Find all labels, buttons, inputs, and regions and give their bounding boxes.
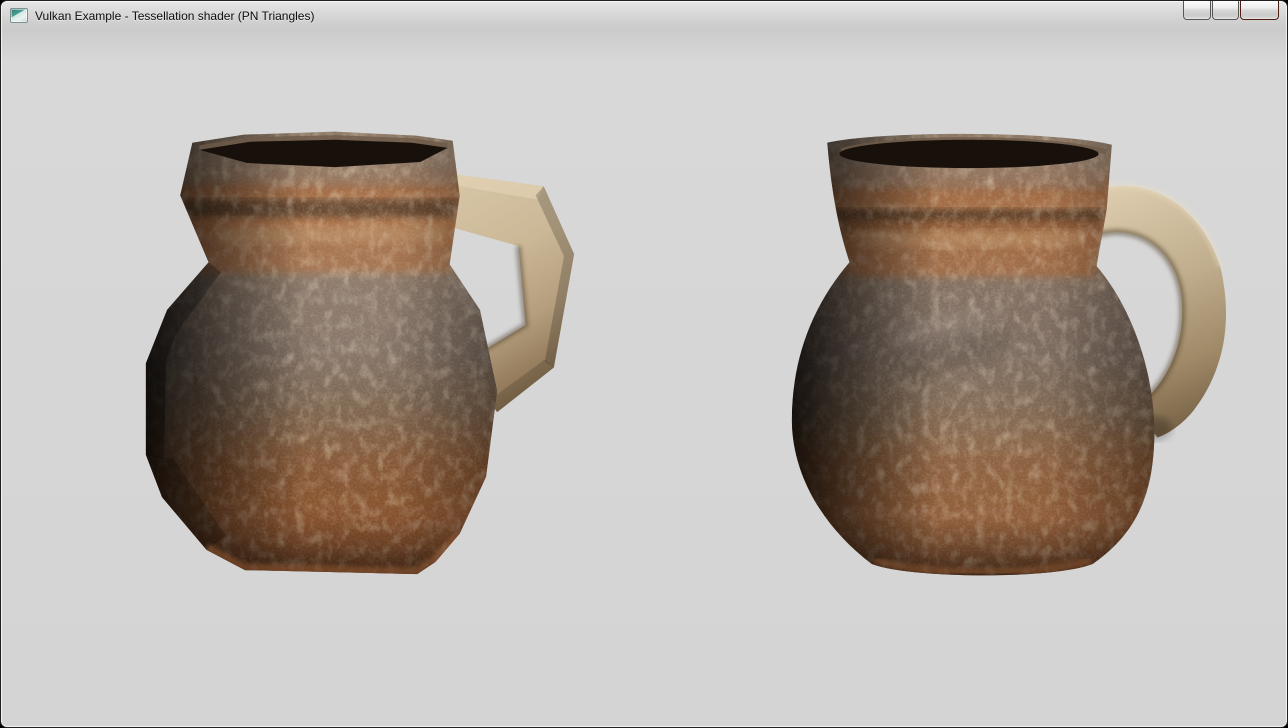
- app-window: Vulkan Example - Tessellation shader (PN…: [0, 0, 1288, 728]
- jug-low-poly: [133, 132, 574, 579]
- minimize-button[interactable]: [1183, 1, 1211, 20]
- close-button[interactable]: [1240, 1, 1279, 20]
- caption-buttons: [1183, 1, 1279, 20]
- app-icon[interactable]: [10, 8, 28, 23]
- maximize-button[interactable]: [1212, 1, 1239, 20]
- titlebar[interactable]: Vulkan Example - Tessellation shader (PN…: [1, 1, 1287, 30]
- vulkan-render-viewport[interactable]: [1, 1, 1287, 704]
- jug-tessellated: [781, 131, 1226, 629]
- window-title: Vulkan Example - Tessellation shader (PN…: [35, 8, 314, 23]
- render-canvas: [1, 1, 1287, 699]
